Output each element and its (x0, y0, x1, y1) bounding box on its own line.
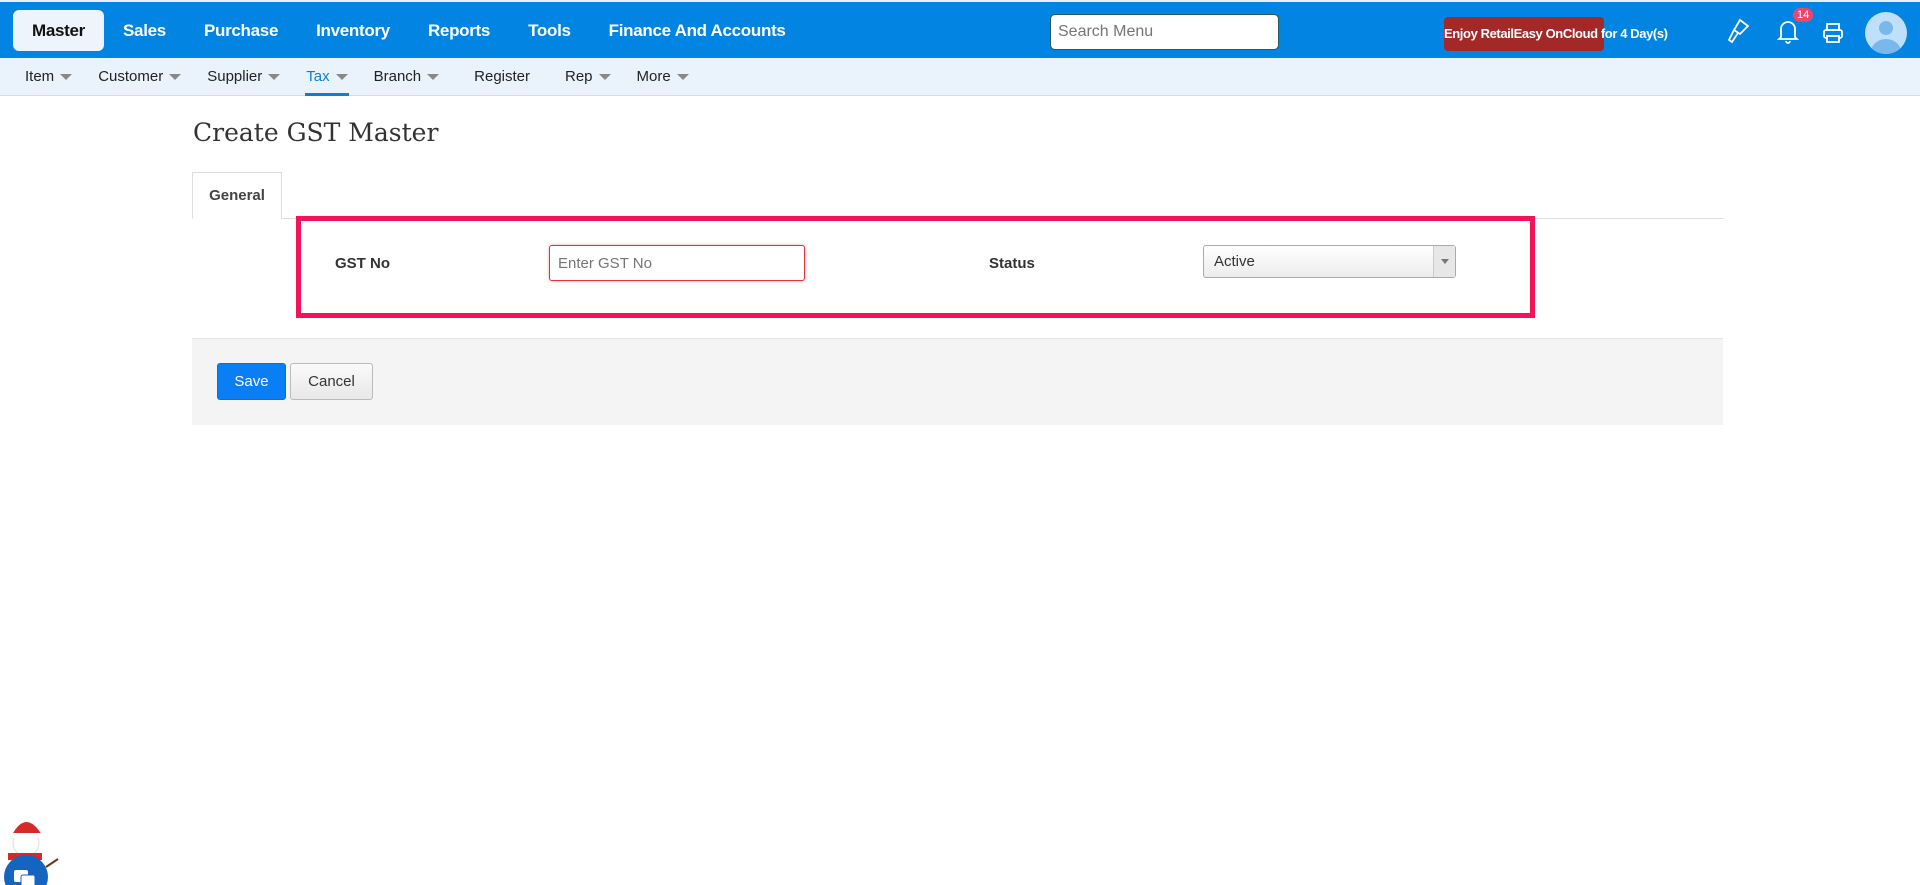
printer-icon[interactable] (1822, 22, 1844, 44)
nav-inventory[interactable]: Inventory (297, 10, 409, 51)
main-nav: Master Sales Purchase Inventory Reports … (13, 10, 805, 51)
top-bar: Master Sales Purchase Inventory Reports … (0, 0, 1920, 58)
status-value: Active (1214, 253, 1255, 270)
nav-tools[interactable]: Tools (509, 10, 590, 51)
subnav-tax[interactable]: Tax (293, 58, 360, 96)
bell-icon[interactable] (1777, 18, 1799, 44)
subnav-branch[interactable]: Branch (361, 58, 453, 96)
user-avatar[interactable] (1865, 12, 1907, 54)
promo-button[interactable]: Enjoy RetailEasy OnCloud for 4 Day(s) (1444, 17, 1668, 51)
subnav-label: Register (474, 68, 530, 85)
tab-general[interactable]: General (192, 172, 282, 219)
status-select[interactable]: Active (1203, 245, 1456, 278)
subnav-label: Customer (98, 68, 164, 85)
caret-down-icon (60, 74, 73, 81)
form-footer: Save Cancel (192, 338, 1723, 425)
subnav-more[interactable]: More (624, 58, 702, 96)
page-title: Create GST Master (193, 118, 439, 147)
notification-badge: 14 (1793, 8, 1814, 22)
gst-no-input[interactable] (549, 245, 805, 281)
caret-down-icon (169, 74, 182, 81)
subnav-label: Rep (565, 68, 593, 85)
paint-brush-icon[interactable] (1726, 18, 1750, 44)
user-icon (1871, 21, 1901, 54)
subnav-label: Tax (306, 68, 330, 85)
subnav-label: Supplier (207, 68, 263, 85)
nav-reports[interactable]: Reports (409, 10, 509, 51)
status-label: Status (989, 255, 1035, 272)
dropdown-arrow-icon (1433, 246, 1455, 277)
caret-down-icon (335, 74, 348, 81)
caret-down-icon (268, 74, 281, 81)
subnav-label: Item (25, 68, 55, 85)
cancel-button[interactable]: Cancel (290, 363, 373, 400)
search-menu-input[interactable] (1050, 14, 1279, 50)
subnav-rep[interactable]: Rep (552, 58, 624, 96)
subnav-label: Branch (373, 68, 422, 85)
nav-sales[interactable]: Sales (104, 10, 185, 51)
caret-down-icon (598, 74, 611, 81)
nav-purchase[interactable]: Purchase (185, 10, 297, 51)
caret-down-icon (427, 74, 440, 81)
subnav-register[interactable]: Register (452, 58, 552, 96)
subnav-item[interactable]: Item (12, 58, 85, 96)
subnav-label: More (636, 68, 671, 85)
sub-nav: Item Customer Supplier Tax Branch Regist… (0, 58, 1920, 96)
caret-down-icon (676, 74, 689, 81)
subnav-customer[interactable]: Customer (85, 58, 194, 96)
save-button[interactable]: Save (217, 363, 286, 400)
chat-snowman-icon[interactable] (0, 805, 62, 885)
subnav-supplier[interactable]: Supplier (194, 58, 293, 96)
nav-finance[interactable]: Finance And Accounts (590, 10, 805, 51)
gst-no-label: GST No (335, 255, 390, 272)
nav-master[interactable]: Master (13, 10, 105, 51)
